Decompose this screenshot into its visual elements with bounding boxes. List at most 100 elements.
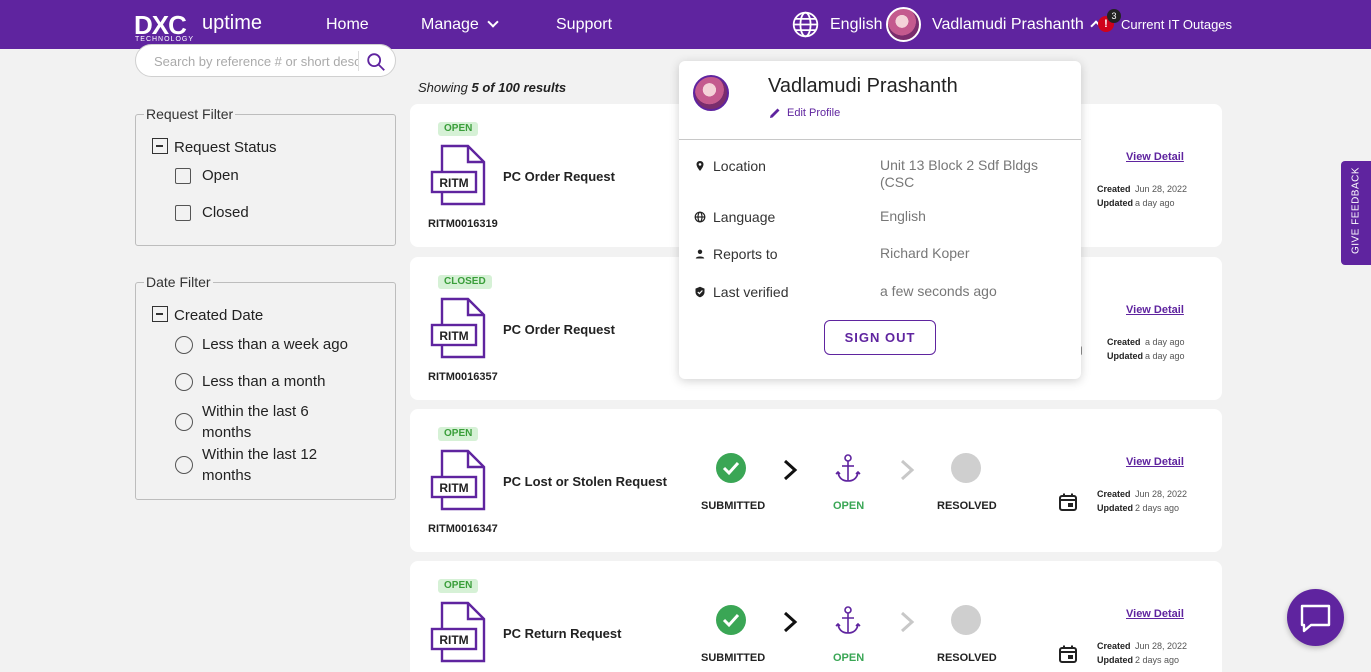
status-badge: OPEN [438, 122, 479, 136]
view-detail-link[interactable]: View Detail [1126, 608, 1184, 620]
globe-icon[interactable] [792, 11, 819, 38]
request-filter-group: Request Filter Request Status Open Close… [135, 106, 396, 246]
updated-label: Updated [1097, 655, 1133, 665]
step-resolved-label: RESOLVED [937, 500, 997, 512]
request-number: RITM0016347 [428, 523, 498, 535]
search-icon[interactable] [365, 51, 387, 73]
profile-value-reports-to: Richard Koper [880, 245, 970, 261]
logo-uptime: uptime [202, 12, 263, 34]
ritm-document-icon: RITM [430, 144, 486, 206]
current-it-outages-link[interactable]: Current IT Outages [1121, 0, 1232, 49]
request-card[interactable]: OPEN RITM RITM0016347 PC Lost or Stolen … [410, 409, 1222, 552]
status-badge: OPEN [438, 579, 479, 593]
request-number: RITM0016319 [428, 218, 498, 230]
created-value: Jun 28, 2022 [1135, 184, 1188, 194]
profile-key-location: Location [713, 158, 766, 174]
nav-manage[interactable]: Manage [421, 0, 499, 49]
edit-profile-link[interactable]: Edit Profile [787, 107, 840, 119]
language-selector[interactable]: English [830, 0, 882, 49]
ritm-document-icon: RITM [430, 297, 486, 359]
chevron-down-icon [487, 16, 499, 28]
user-menu-toggle[interactable]: Vadlamudi Prashanth [932, 0, 1102, 49]
created-date-label: Created Date [174, 307, 264, 324]
option-label-cont: months [202, 467, 252, 484]
results-count: 5 of 100 results [471, 80, 567, 95]
request-card[interactable]: OPEN RITM PC Return Request SUBMITTED OP… [410, 561, 1222, 672]
request-title: PC Order Request [503, 322, 615, 337]
svg-text:RITM: RITM [439, 329, 468, 343]
created-label: Created [1097, 489, 1131, 499]
divider [679, 139, 1081, 140]
option-label-cont: months [202, 424, 252, 441]
person-icon [695, 249, 705, 259]
step-resolved-label: RESOLVED [937, 652, 997, 664]
updated-value: a day ago [1135, 198, 1175, 208]
request-dates: Created Jun 28, 2022 Updated 2 days ago [1097, 639, 1187, 667]
calendar-icon [1059, 645, 1077, 663]
updated-value: 2 days ago [1135, 503, 1180, 513]
anchor-icon [835, 454, 861, 482]
updated-label: Updated [1107, 351, 1143, 361]
shield-check-icon [695, 286, 705, 298]
created-label: Created [1097, 184, 1131, 194]
view-detail-link[interactable]: View Detail [1126, 456, 1184, 468]
request-dates: Created Jun 28, 2022 Updated 2 days ago [1097, 487, 1187, 515]
updated-value: 2 days ago [1135, 655, 1180, 665]
collapse-icon[interactable] [152, 306, 168, 322]
collapse-icon[interactable] [152, 138, 168, 154]
updated-value: a day ago [1145, 351, 1185, 361]
created-date-header[interactable]: Created Date [152, 306, 263, 324]
check-icon [716, 453, 746, 483]
search-input[interactable] [154, 51, 359, 71]
radio-button[interactable] [175, 456, 193, 474]
chat-bubble-icon [1300, 604, 1331, 633]
nav-manage-label: Manage [421, 16, 479, 33]
svg-text:RITM: RITM [439, 176, 468, 190]
request-number: RITM0016357 [428, 371, 498, 383]
view-detail-link[interactable]: View Detail [1126, 151, 1184, 163]
dxc-uptime-logo[interactable]: DXC TECHNOLOGY uptime [134, 10, 274, 44]
location-pin-icon [696, 161, 704, 171]
pending-step-icon [951, 605, 981, 635]
anchor-icon [835, 606, 861, 634]
step-open-label: OPEN [833, 652, 865, 664]
ritm-document-icon: RITM [430, 601, 486, 663]
step-submitted-label: SUBMITTED [701, 500, 766, 512]
pencil-icon[interactable] [768, 106, 782, 120]
created-value: a day ago [1145, 337, 1185, 347]
profile-popup: Vadlamudi Prashanth Edit Profile Locatio… [679, 61, 1081, 379]
results-prefix: Showing [418, 80, 468, 95]
checkbox[interactable] [175, 205, 191, 221]
request-title: PC Return Request [503, 626, 622, 641]
pending-step-icon [951, 453, 981, 483]
give-feedback-tab[interactable]: GIVE FEEDBACK [1341, 161, 1371, 265]
chevron-right-icon [783, 459, 798, 481]
calendar-icon [1059, 493, 1077, 511]
checkbox[interactable] [175, 168, 191, 184]
chat-button[interactable] [1287, 589, 1344, 646]
globe-icon [694, 211, 706, 223]
request-title: PC Lost or Stolen Request [503, 474, 667, 489]
user-name: Vadlamudi Prashanth [932, 16, 1084, 33]
profile-avatar [693, 75, 729, 111]
option-label: Within the last 6 [202, 403, 309, 420]
request-status-label: Request Status [174, 139, 277, 156]
radio-button[interactable] [175, 413, 193, 431]
status-badge: OPEN [438, 427, 479, 441]
radio-button[interactable] [175, 336, 193, 354]
search-box [135, 44, 396, 77]
nav-support[interactable]: Support [556, 0, 612, 49]
option-label: Open [202, 167, 239, 184]
profile-name: Vadlamudi Prashanth [768, 75, 958, 97]
profile-key-last-verified: Last verified [713, 284, 789, 300]
radio-button[interactable] [175, 373, 193, 391]
chevron-right-icon [783, 611, 798, 633]
request-status-header[interactable]: Request Status [152, 138, 277, 156]
nav-home[interactable]: Home [326, 0, 369, 49]
created-label: Created [1097, 641, 1131, 651]
sign-out-button[interactable]: SIGN OUT [824, 320, 936, 355]
user-avatar[interactable] [886, 7, 921, 42]
updated-label: Updated [1097, 503, 1133, 513]
step-submitted-label: SUBMITTED [701, 652, 766, 664]
view-detail-link[interactable]: View Detail [1126, 304, 1184, 316]
